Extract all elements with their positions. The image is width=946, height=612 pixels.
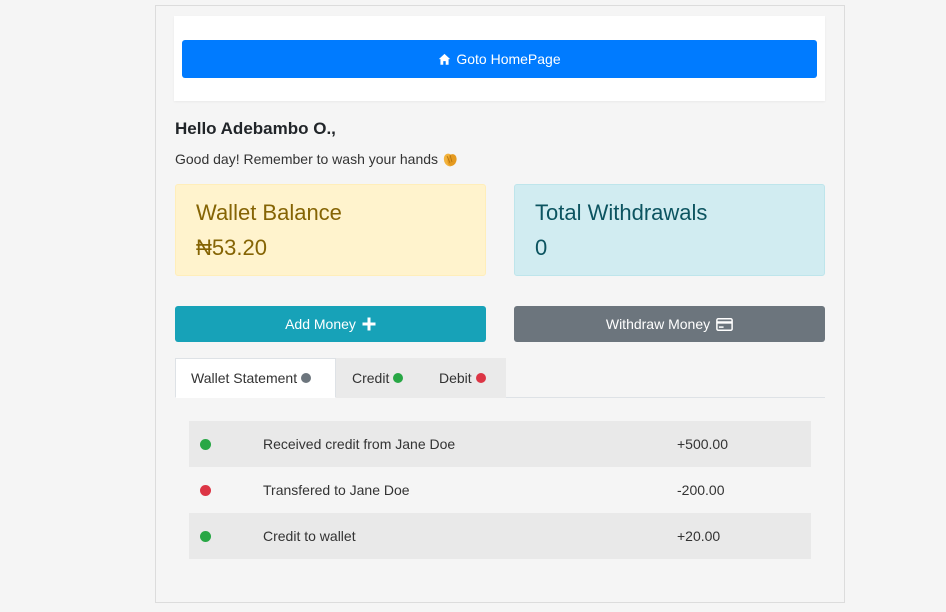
tab-wallet-statement-label: Wallet Statement [191, 370, 298, 386]
tab-debit[interactable]: Debit [423, 358, 506, 398]
plus-icon [362, 317, 376, 331]
goto-homepage-button[interactable]: Goto HomePage [182, 40, 817, 78]
transaction-description: Credit to wallet [263, 528, 356, 544]
tab-credit[interactable]: Credit [336, 358, 423, 398]
withdraw-money-button[interactable]: Withdraw Money [514, 306, 825, 342]
table-row: Received credit from Jane Doe +500.00 [189, 421, 811, 467]
total-withdrawals-value: 0 [535, 235, 548, 260]
tab-credit-label: Credit [352, 370, 390, 386]
add-money-label: Add Money [285, 316, 356, 332]
greeting-title: Hello Adebambo O., [175, 119, 336, 138]
credit-indicator-dot [200, 530, 211, 542]
credit-card-icon [716, 317, 733, 331]
total-withdrawals-title: Total Withdrawals [535, 200, 708, 225]
tab-wallet-statement[interactable]: Wallet Statement [175, 358, 336, 398]
transaction-amount: +500.00 [677, 436, 728, 452]
tab-debit-dot [475, 373, 486, 383]
transactions-table: Received credit from Jane Doe +500.00 Tr… [189, 421, 811, 559]
tab-debit-label: Debit [439, 370, 472, 386]
credit-indicator-dot [200, 438, 211, 450]
transaction-amount: -200.00 [677, 482, 725, 498]
home-icon [439, 53, 451, 65]
greeting-message: Good day! Remember to wash your hands [175, 150, 459, 168]
table-row: Transfered to Jane Doe -200.00 [189, 467, 811, 513]
transaction-description: Transfered to Jane Doe [263, 482, 410, 498]
wallet-balance-title: Wallet Balance [196, 200, 342, 225]
tab-credit-dot [393, 373, 404, 383]
withdraw-money-label: Withdraw Money [605, 316, 711, 332]
statement-tabs: Wallet Statement Credit Debit [175, 358, 825, 398]
add-money-button[interactable]: Add Money [175, 306, 486, 342]
table-row: Credit to wallet +20.00 [189, 513, 811, 559]
transaction-amount: +20.00 [677, 528, 721, 544]
wallet-balance-card: Wallet Balance ₦53.20 [175, 184, 486, 276]
goto-homepage-label: Goto HomePage [456, 51, 561, 67]
wallet-balance-value: ₦53.20 [196, 235, 267, 260]
tab-wallet-statement-dot [301, 373, 312, 383]
greeting-message-text: Good day! Remember to wash your hands [175, 151, 439, 167]
clapping-hands-icon [443, 153, 457, 167]
debit-indicator-dot [200, 484, 211, 496]
total-withdrawals-card: Total Withdrawals 0 [514, 184, 825, 276]
transaction-description: Received credit from Jane Doe [263, 436, 456, 452]
